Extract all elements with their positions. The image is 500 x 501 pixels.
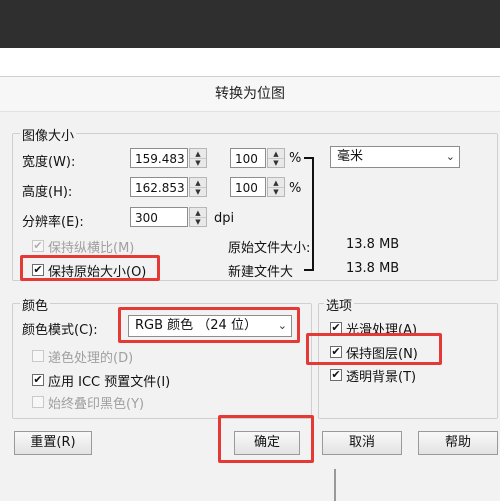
image-size-group-title: 图像大小 [20, 125, 77, 144]
apply-icc-label[interactable]: 应用 ICC 预置文件(I) [48, 371, 170, 390]
width-percent-input[interactable]: 100 [230, 148, 266, 168]
keep-aspect-checkbox[interactable]: ✔ [32, 240, 44, 252]
width-label: 宽度(W): [22, 155, 76, 170]
transparent-bg-checkbox[interactable]: ✔ [330, 369, 342, 381]
height-spinner[interactable]: ▲ ▼ [189, 177, 207, 197]
options-group-title: 选项 [324, 295, 355, 314]
spin-down-icon[interactable]: ▼ [268, 187, 284, 196]
dpi-label: dpi [214, 211, 235, 226]
overprint-black-label: 始终叠印黑色(Y) [48, 397, 145, 412]
chevron-down-icon: ⌄ [445, 150, 455, 163]
color-group-title: 颜色 [20, 295, 51, 314]
top-dark-bar [0, 0, 500, 48]
width-spinner[interactable]: ▲ ▼ [189, 148, 207, 168]
spin-down-icon[interactable]: ▼ [190, 217, 206, 226]
new-file-size-label: 新建文件大 [228, 265, 294, 280]
width-percent-sign: % [289, 151, 302, 166]
height-label: 高度(H): [22, 185, 73, 200]
highlight-ok-button [218, 415, 314, 463]
resolution-input[interactable]: 300 [130, 207, 188, 227]
highlight-keep-layers [306, 333, 442, 365]
spin-down-icon[interactable]: ▼ [190, 158, 206, 167]
color-mode-label: 颜色模式(C): [22, 323, 98, 338]
highlight-keep-original-size [20, 255, 160, 281]
original-file-size-value: 13.8 MB [346, 237, 400, 252]
background-line [334, 469, 336, 501]
help-button[interactable]: 帮助 [418, 431, 498, 455]
width-input[interactable]: 159.483 [130, 148, 188, 168]
width-percent-spinner[interactable]: ▲ ▼ [267, 148, 285, 168]
app-background-strip [0, 48, 500, 76]
unit-select-value: 毫米 [337, 149, 364, 164]
spin-down-icon[interactable]: ▼ [268, 158, 284, 167]
resolution-label: 分辨率(E): [22, 215, 84, 230]
resolution-spinner[interactable]: ▲ ▼ [189, 207, 207, 227]
highlight-color-mode [118, 307, 300, 343]
height-percent-input[interactable]: 100 [230, 177, 266, 197]
dither-checkbox[interactable] [32, 350, 44, 362]
overprint-black-checkbox[interactable] [32, 396, 44, 408]
convert-to-bitmap-dialog: 转换为位图 图像大小 宽度(W): 159.483 ▲ ▼ 100 ▲ ▼ % … [0, 76, 500, 501]
new-file-size-value: 13.8 MB [346, 261, 400, 276]
spin-down-icon[interactable]: ▼ [190, 187, 206, 196]
dither-label: 递色处理的(D) [48, 351, 134, 366]
reset-button[interactable]: 重置(R) [14, 431, 92, 455]
dialog-title: 转换为位图 [0, 77, 500, 112]
unit-select[interactable]: 毫米 ⌄ [330, 146, 460, 168]
cancel-button[interactable]: 取消 [322, 431, 402, 455]
height-percent-spinner[interactable]: ▲ ▼ [267, 177, 285, 197]
keep-aspect-label: 保持纵横比(M) [48, 241, 135, 256]
apply-icc-checkbox[interactable]: ✔ [32, 374, 44, 386]
transparent-bg-label[interactable]: 透明背景(T) [346, 366, 416, 385]
original-file-size-label: 原始文件大小: [228, 241, 311, 256]
height-percent-sign: % [289, 181, 302, 196]
height-input[interactable]: 162.853 [130, 177, 188, 197]
